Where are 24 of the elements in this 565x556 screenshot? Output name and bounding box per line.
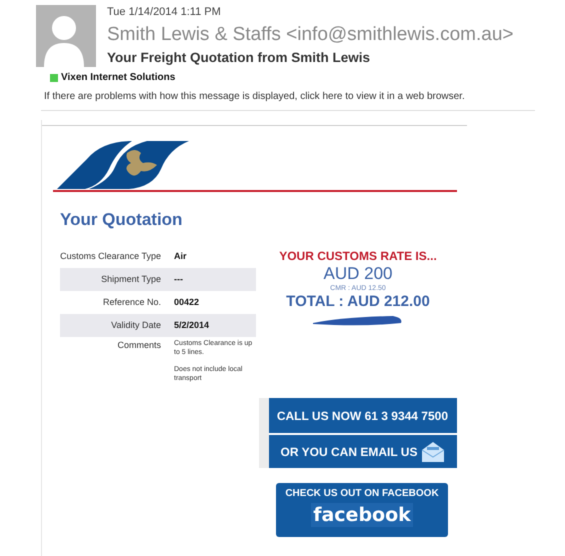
field-label: Customs Clearance Type [60, 250, 161, 263]
email-date: Tue 1/14/2014 1:11 PM [107, 6, 222, 19]
rate-total: TOTAL : AUD 212.00 [286, 293, 430, 311]
envelope-icon [421, 440, 446, 462]
field-value: Air [174, 250, 187, 263]
field-label: Comments [116, 339, 161, 352]
field-value: 5/2/2014 [174, 318, 210, 332]
info-bar[interactable]: If there are problems with how this message is displayed, click here to view it in a web browser. [44, 89, 565, 104]
brush-stroke-icon [313, 315, 403, 327]
email-subject: Your Freight Quotation from Smith Lewis [107, 50, 371, 66]
field-value: --- [174, 272, 183, 286]
facebook-button[interactable]: CHECK US OUT ON FACEBOOK facebook [276, 483, 448, 537]
rate-heading: YOUR CUSTOMS RATE IS... [279, 249, 437, 263]
category-label: Vixen Internet Solutions [61, 71, 176, 85]
avatar-icon [36, 5, 96, 67]
field-label: Shipment Type [100, 272, 161, 286]
section-heading: Your Quotation [60, 210, 184, 230]
email-banner[interactable]: OR YOU CAN EMAIL US [269, 435, 457, 468]
call-banner[interactable]: CALL US NOW 61 3 9344 7500 [269, 398, 457, 433]
email-sender: Smith Lewis & Staffs <info@smithlewis.com.au> [107, 24, 514, 46]
field-label: Reference No. [102, 296, 161, 309]
rate-amount: AUD 200 [324, 264, 392, 284]
field-value: 00422 [174, 296, 200, 309]
field-label: Validity Date [110, 318, 161, 332]
